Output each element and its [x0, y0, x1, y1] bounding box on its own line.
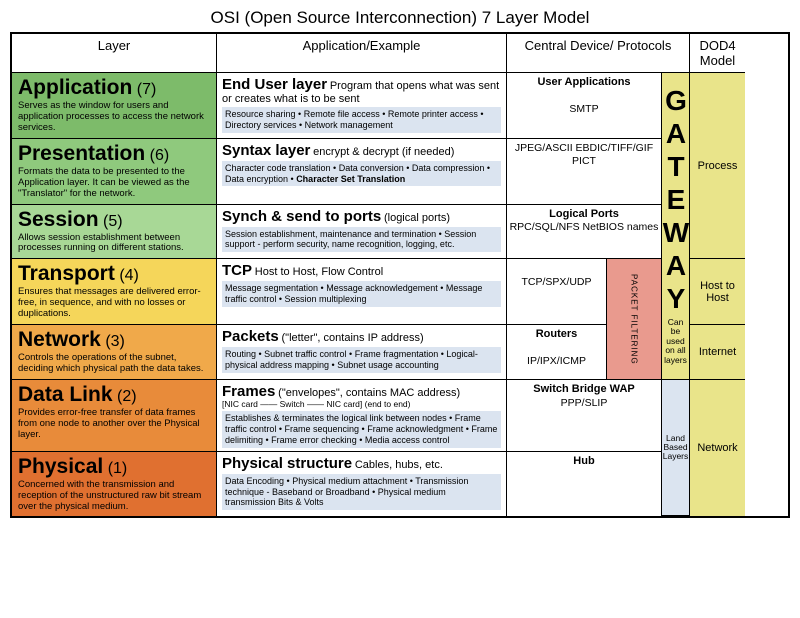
layer-1: Physical (1) Concerned with the transmis… — [12, 452, 217, 517]
app-6: Syntax layer encrypt & decrypt (if neede… — [217, 139, 507, 205]
dev-7: User Applications SMTP — [507, 73, 662, 139]
app-1: Physical structure Cables, hubs, etc. Da… — [217, 452, 507, 517]
gateway-bar: GATEWAY Can be used on all layers — [662, 73, 690, 380]
dod-internet: Internet — [690, 325, 745, 380]
dev-4: TCP/SPX/UDP — [507, 259, 607, 325]
dev-3: Routers IP/IPX/ICMP — [507, 325, 607, 380]
header-device: Central Device/ Protocols — [507, 34, 690, 73]
dev-1: Hub — [507, 452, 662, 517]
header-dod: DOD4 Model — [690, 34, 745, 73]
osi-model-diagram: OSI (Open Source Interconnection) 7 Laye… — [10, 8, 790, 518]
layer-3: Network (3) Controls the operations of t… — [12, 325, 217, 380]
diagram-title: OSI (Open Source Interconnection) 7 Laye… — [10, 8, 790, 28]
layer-6: Presentation (6) Formats the data to be … — [12, 139, 217, 205]
osi-grid: Layer Application/Example Central Device… — [10, 32, 790, 518]
dev-5: Logical Ports RPC/SQL/NFS NetBIOS names — [507, 205, 662, 260]
land-based-label: Land Based Layers — [662, 380, 690, 517]
dev-6: JPEG/ASCII EBDIC/TIFF/GIF PICT — [507, 139, 662, 205]
app-7: End User layer Program that opens what w… — [217, 73, 507, 139]
packet-filtering-bar: PACKET FILTERING — [607, 259, 662, 380]
dod-host: Host to Host — [690, 259, 745, 325]
app-6-detail: Character code translation • Data conver… — [222, 161, 501, 187]
dev-2: Switch Bridge WAP PPP/SLIP — [507, 380, 662, 452]
app-3: Packets ("letter", contains IP address) … — [217, 325, 507, 380]
header-app: Application/Example — [217, 34, 507, 73]
app-2: Frames ("envelopes", contains MAC addres… — [217, 380, 507, 452]
layer-5: Session (5) Allows session establishment… — [12, 205, 217, 260]
app-5: Synch & send to ports (logical ports) Se… — [217, 205, 507, 260]
layer-4: Transport (4) Ensures that messages are … — [12, 259, 217, 325]
layer-2: Data Link (2) Provides error-free transf… — [12, 380, 217, 452]
layer-7: Application (7) Serves as the window for… — [12, 73, 217, 139]
app-4: TCP Host to Host, Flow Control Message s… — [217, 259, 507, 325]
dod-process: Process — [690, 73, 745, 259]
dod-network: Network — [690, 380, 745, 517]
header-layer: Layer — [12, 34, 217, 73]
